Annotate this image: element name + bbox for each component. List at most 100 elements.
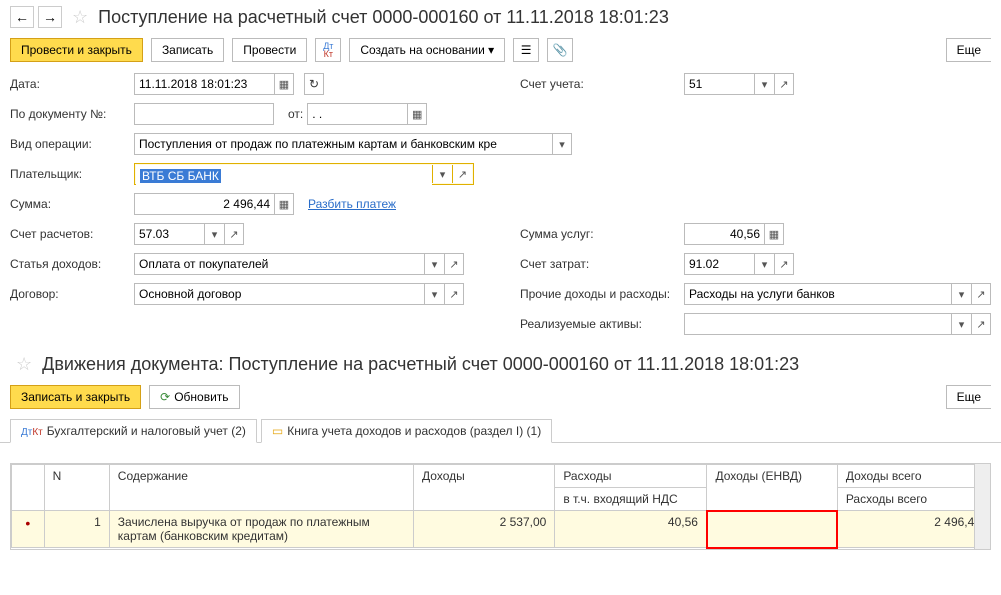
movements-table: N Содержание Доходы Расходы Доходы (ЕНВД… bbox=[11, 464, 990, 549]
income-item-open-icon[interactable]: ↗ bbox=[444, 253, 464, 275]
bullet-icon: • bbox=[25, 515, 30, 531]
vertical-scrollbar[interactable] bbox=[974, 464, 990, 549]
cell-income-total: 2 496,44 bbox=[837, 511, 989, 548]
assets-input[interactable] bbox=[684, 313, 951, 335]
movements-more-button[interactable]: Еще bbox=[946, 385, 991, 409]
row-date: Дата: ▦ ↻ bbox=[10, 72, 500, 96]
row-sum: Сумма: ▦ Разбить платеж bbox=[10, 192, 991, 216]
income-item-dropdown-icon[interactable]: ▾ bbox=[424, 253, 444, 275]
split-payment-link[interactable]: Разбить платеж bbox=[308, 197, 396, 211]
create-on-basis-button[interactable]: Создать на основании ▾ bbox=[349, 38, 505, 62]
payer-label: Плательщик: bbox=[10, 167, 130, 181]
col-expense: Расходы bbox=[555, 465, 707, 488]
svc-sum-input[interactable] bbox=[684, 223, 764, 245]
post-and-close-button[interactable]: Провести и закрыть bbox=[10, 38, 143, 62]
sum-calc-icon[interactable]: ▦ bbox=[274, 193, 294, 215]
movements-tabs: ДтКтБухгалтерский и налоговый учет (2) ▭… bbox=[0, 419, 1001, 443]
col-descr: Содержание bbox=[109, 465, 413, 511]
settle-acct-input[interactable] bbox=[134, 223, 204, 245]
row-settle-acct: Счет расчетов: ▾ ↗ bbox=[10, 222, 500, 246]
contract-open-icon[interactable]: ↗ bbox=[444, 283, 464, 305]
optype-dropdown-icon[interactable]: ▾ bbox=[552, 133, 572, 155]
col-expense-total: Расходы всего bbox=[837, 488, 989, 511]
docnum-label: По документу №: bbox=[10, 107, 130, 121]
row-account: Счет учета: ▾ ↗ bbox=[520, 72, 991, 96]
more-button[interactable]: Еще bbox=[946, 38, 991, 62]
payer-input[interactable]: ВТБ СБ БАНК bbox=[140, 169, 221, 183]
income-item-input[interactable] bbox=[134, 253, 424, 275]
from-date-input[interactable] bbox=[307, 103, 407, 125]
date-input-group: ▦ bbox=[134, 73, 294, 95]
attach-icon-button[interactable]: 📎 bbox=[547, 38, 573, 62]
save-and-close-button[interactable]: Записать и закрыть bbox=[10, 385, 141, 409]
other-income-label: Прочие доходы и расходы: bbox=[520, 287, 680, 301]
from-label: от: bbox=[288, 107, 303, 121]
account-open-icon[interactable]: ↗ bbox=[774, 73, 794, 95]
movements-header-row: ☆ Движения документа: Поступление на рас… bbox=[0, 348, 1001, 381]
sum-label: Сумма: bbox=[10, 197, 130, 211]
cost-acct-dropdown-icon[interactable]: ▾ bbox=[754, 253, 774, 275]
col-n: N bbox=[44, 465, 109, 511]
refresh-date-icon[interactable]: ↻ bbox=[304, 73, 324, 95]
save-button[interactable]: Записать bbox=[151, 38, 224, 62]
row-docnum: По документу №: от: ▦ bbox=[10, 102, 991, 126]
income-item-label: Статья доходов: bbox=[10, 257, 130, 271]
docnum-input[interactable] bbox=[134, 103, 274, 125]
cost-acct-input[interactable] bbox=[684, 253, 754, 275]
assets-dropdown-icon[interactable]: ▾ bbox=[951, 313, 971, 335]
col-income: Доходы bbox=[414, 465, 555, 511]
svc-sum-label: Сумма услуг: bbox=[520, 227, 680, 241]
dtkt-button[interactable]: ДтКт bbox=[315, 38, 341, 62]
settle-acct-open-icon[interactable]: ↗ bbox=[224, 223, 244, 245]
row-income-item: Статья доходов: ▾ ↗ bbox=[10, 252, 500, 276]
assets-label: Реализуемые активы: bbox=[520, 317, 680, 331]
other-income-dropdown-icon[interactable]: ▾ bbox=[951, 283, 971, 305]
svc-sum-calc-icon[interactable]: ▦ bbox=[764, 223, 784, 245]
date-label: Дата: bbox=[10, 77, 130, 91]
tree-icon-button[interactable]: ☰ bbox=[513, 38, 539, 62]
table-row[interactable]: • 1 Зачислена выручка от продаж по плате… bbox=[12, 511, 990, 548]
movements-title: Движения документа: Поступление на расче… bbox=[42, 354, 799, 375]
payer-dropdown-icon[interactable]: ▾ bbox=[432, 165, 452, 183]
contract-label: Договор: bbox=[10, 287, 130, 301]
other-income-input[interactable] bbox=[684, 283, 951, 305]
favorite-star-icon-2[interactable]: ☆ bbox=[16, 354, 32, 375]
toolbar: Провести и закрыть Записать Провести ДтК… bbox=[0, 34, 1001, 72]
col-income-total: Доходы всего bbox=[837, 465, 989, 488]
movements-toolbar: Записать и закрыть ⟳Обновить Еще bbox=[0, 381, 1001, 419]
cell-n: 1 bbox=[44, 511, 109, 548]
row-payer: Плательщик: ВТБ СБ БАНК ▾ ↗ bbox=[10, 162, 991, 186]
tab-book[interactable]: ▭Книга учета доходов и расходов (раздел … bbox=[261, 419, 552, 443]
favorite-star-icon[interactable]: ☆ bbox=[72, 7, 88, 28]
assets-open-icon[interactable]: ↗ bbox=[971, 313, 991, 335]
col-income-envd: Доходы (ЕНВД) bbox=[707, 465, 837, 511]
settle-acct-dropdown-icon[interactable]: ▾ bbox=[204, 223, 224, 245]
cost-acct-open-icon[interactable]: ↗ bbox=[774, 253, 794, 275]
row-optype: Вид операции: ▾ bbox=[10, 132, 991, 156]
back-button[interactable]: ← bbox=[10, 6, 34, 28]
row-cost-acct: Счет затрат: ▾ ↗ bbox=[520, 252, 991, 276]
header-row: ← → ☆ Поступление на расчетный счет 0000… bbox=[0, 0, 1001, 34]
account-input[interactable] bbox=[684, 73, 754, 95]
optype-input[interactable] bbox=[134, 133, 552, 155]
from-calendar-icon[interactable]: ▦ bbox=[407, 103, 427, 125]
movements-table-wrap: N Содержание Доходы Расходы Доходы (ЕНВД… bbox=[10, 463, 991, 550]
row-assets: Реализуемые активы: ▾ ↗ bbox=[520, 312, 991, 336]
date-input[interactable] bbox=[134, 73, 274, 95]
payer-open-icon[interactable]: ↗ bbox=[452, 165, 472, 183]
account-dropdown-icon[interactable]: ▾ bbox=[754, 73, 774, 95]
sum-input[interactable] bbox=[134, 193, 274, 215]
optype-label: Вид операции: bbox=[10, 137, 130, 151]
other-income-open-icon[interactable]: ↗ bbox=[971, 283, 991, 305]
settle-acct-label: Счет расчетов: bbox=[10, 227, 130, 241]
tab-accounting[interactable]: ДтКтБухгалтерский и налоговый учет (2) bbox=[10, 419, 257, 443]
col-vat: в т.ч. входящий НДС bbox=[555, 488, 707, 511]
cell-expense: 40,56 bbox=[555, 511, 707, 548]
refresh-button[interactable]: ⟳Обновить bbox=[149, 385, 239, 409]
contract-input[interactable] bbox=[134, 283, 424, 305]
account-label: Счет учета: bbox=[520, 77, 680, 91]
calendar-icon[interactable]: ▦ bbox=[274, 73, 294, 95]
forward-button[interactable]: → bbox=[38, 6, 62, 28]
contract-dropdown-icon[interactable]: ▾ bbox=[424, 283, 444, 305]
post-button[interactable]: Провести bbox=[232, 38, 307, 62]
